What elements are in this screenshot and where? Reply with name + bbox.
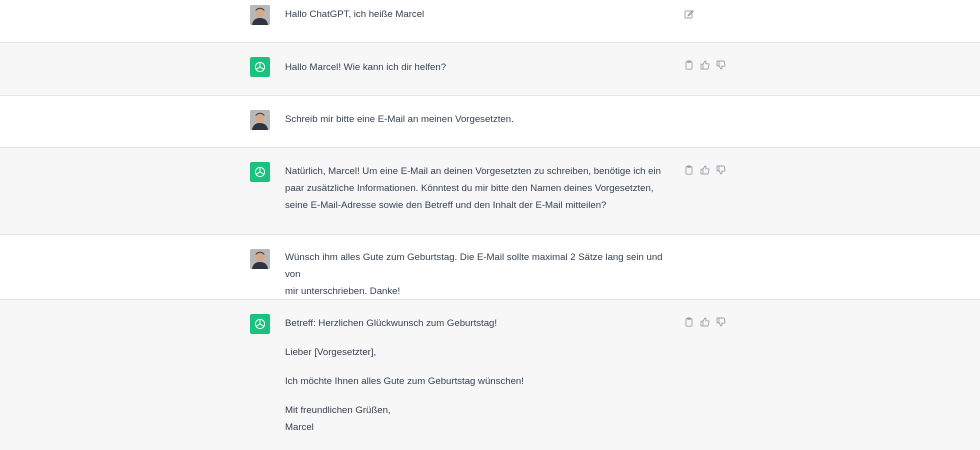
assistant-message-actions <box>684 317 726 327</box>
assistant-message: Natürlich, Marcel! Um eine E-Mail an dei… <box>285 163 680 214</box>
clipboard-icon[interactable] <box>684 60 694 70</box>
assistant-message-row: Betreff: Herzlichen Glückwunsch zum Gebu… <box>0 300 980 450</box>
openai-logo-icon <box>254 61 266 73</box>
thumbs-down-icon[interactable] <box>716 165 726 175</box>
email-subject: Betreff: Herzlichen Glückwunsch zum Gebu… <box>285 318 498 329</box>
thumbs-up-icon[interactable] <box>700 60 710 70</box>
user-message-row: Hallo ChatGPT, ich heiße Marcel <box>0 0 980 43</box>
clipboard-icon[interactable] <box>684 317 694 327</box>
assistant-message-row: Hallo Marcel! Wie kann ich dir helfen? <box>0 43 980 96</box>
openai-logo-icon <box>254 318 266 330</box>
assistant-avatar <box>250 57 270 77</box>
user-message-actions <box>684 9 694 19</box>
message-line: seine E-Mail-Adresse sowie den Betreff u… <box>285 200 607 211</box>
email-body: Ich möchte Ihnen alles Gute zum Geburtst… <box>285 376 524 387</box>
user-avatar <box>250 5 270 25</box>
assistant-message: Hallo Marcel! Wie kann ich dir helfen? <box>285 59 680 76</box>
assistant-message-row: Natürlich, Marcel! Um eine E-Mail an dei… <box>0 148 980 235</box>
message-line: Hallo Marcel! Wie kann ich dir helfen? <box>285 62 447 73</box>
assistant-message-actions <box>684 60 726 70</box>
message-line: Wünsch ihm alles Gute zum Geburtstag. Di… <box>285 252 663 280</box>
email-greeting: Lieber [Vorgesetzter], <box>285 347 377 358</box>
edit-icon[interactable] <box>684 9 694 19</box>
user-message: Wünsch ihm alles Gute zum Geburtstag. Di… <box>285 249 680 300</box>
message-line: Natürlich, Marcel! Um eine E-Mail an dei… <box>285 166 661 177</box>
user-message-row: Wünsch ihm alles Gute zum Geburtstag. Di… <box>0 235 980 300</box>
thumbs-up-icon[interactable] <box>700 165 710 175</box>
message-line: paar zusätzliche Informationen. Könntest… <box>285 183 654 194</box>
thumbs-down-icon[interactable] <box>716 317 726 327</box>
user-photo-icon <box>250 249 270 269</box>
chat-thread: Hallo ChatGPT, ich heiße Marcel Hallo Ma… <box>0 0 980 450</box>
user-photo-icon <box>250 110 270 130</box>
message-line: Hallo ChatGPT, ich heiße Marcel <box>285 9 425 20</box>
user-avatar <box>250 110 270 130</box>
thumbs-down-icon[interactable] <box>716 60 726 70</box>
email-signature: Marcel <box>285 422 314 433</box>
message-line: mir unterschrieben. Danke! <box>285 286 401 297</box>
user-message: Schreib mir bitte eine E-Mail an meinen … <box>285 111 680 128</box>
assistant-avatar <box>250 314 270 334</box>
user-message: Hallo ChatGPT, ich heiße Marcel <box>285 6 680 23</box>
user-avatar <box>250 249 270 269</box>
openai-logo-icon <box>254 166 266 178</box>
user-message-row: Schreib mir bitte eine E-Mail an meinen … <box>0 96 980 148</box>
message-line: Schreib mir bitte eine E-Mail an meinen … <box>285 114 514 125</box>
assistant-message-actions <box>684 165 726 175</box>
assistant-message: Betreff: Herzlichen Glückwunsch zum Gebu… <box>285 315 680 436</box>
clipboard-icon[interactable] <box>684 165 694 175</box>
thumbs-up-icon[interactable] <box>700 317 710 327</box>
email-closing: Mit freundlichen Grüßen, <box>285 405 391 416</box>
user-photo-icon <box>250 5 270 25</box>
assistant-avatar <box>250 162 270 182</box>
